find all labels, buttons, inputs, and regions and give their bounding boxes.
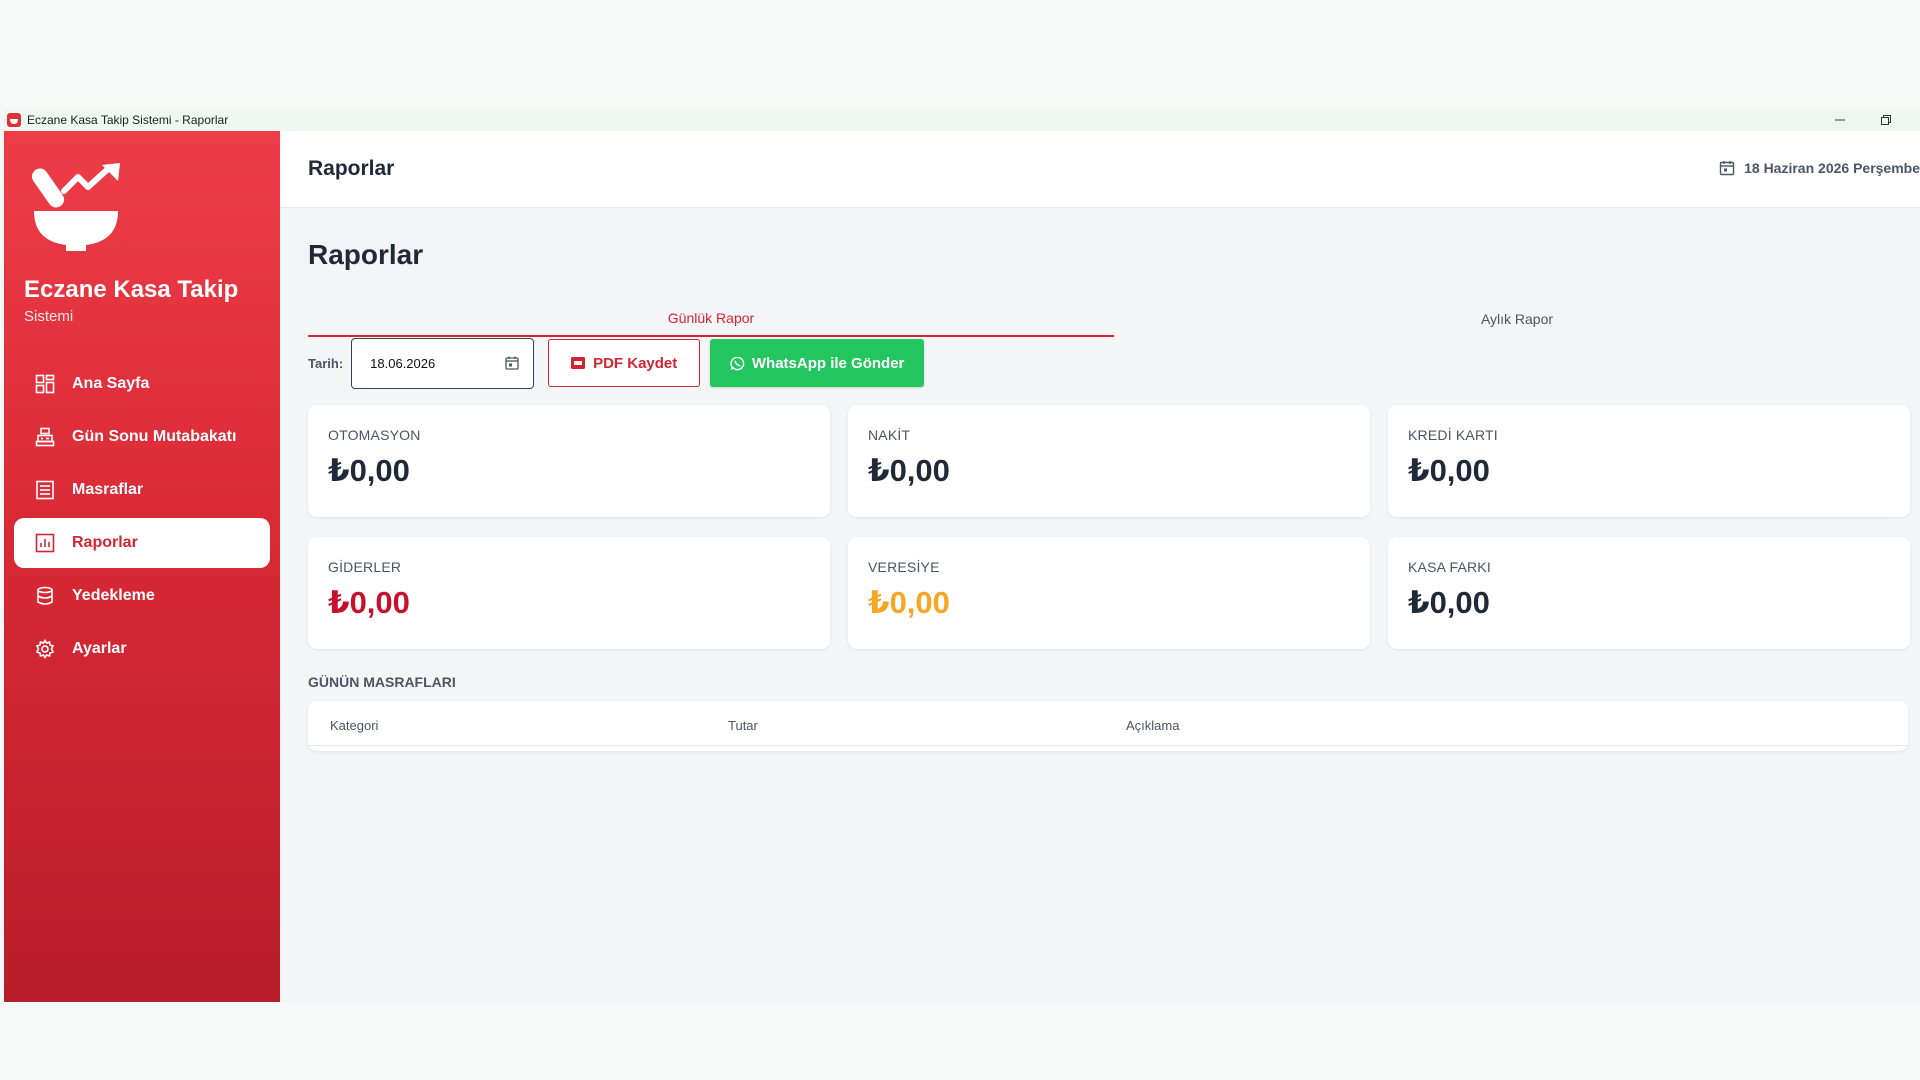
card-kasa-farki: KASA FARKI ₺0,00: [1388, 537, 1910, 649]
tab-aylik-rapor[interactable]: Aylık Rapor: [1114, 301, 1920, 337]
report-tabs: Günlük Rapor Aylık Rapor: [308, 301, 1920, 337]
list-icon: [34, 479, 56, 501]
page-title: Raporlar: [308, 239, 424, 270]
card-nakit: NAKİT ₺0,00: [848, 405, 1370, 517]
sidebar-item-raporlar[interactable]: Raporlar: [14, 518, 270, 568]
sidebar-item-ana-sayfa[interactable]: Ana Sayfa: [14, 359, 270, 409]
dashboard-icon: [34, 373, 56, 395]
restore-icon[interactable]: [1880, 114, 1892, 126]
title-bar: Eczane Kasa Takip Sistemi - Raporlar: [4, 109, 1920, 131]
expenses-table: Kategori Tutar Açıklama: [308, 701, 1908, 751]
calendar-icon: [1719, 161, 1735, 176]
header-title: Raporlar: [308, 157, 395, 180]
cash-register-icon: [34, 426, 56, 448]
date-field[interactable]: 18.06.2026: [351, 337, 535, 389]
pdf-save-button[interactable]: PDF Kaydet: [548, 339, 701, 387]
whatsapp-send-button[interactable]: WhatsApp ile Gönder: [710, 339, 925, 387]
gear-icon: [34, 638, 56, 660]
card-kredi-karti: KREDİ KARTI ₺0,00: [1388, 405, 1910, 517]
date-label: Tarih:: [308, 355, 344, 371]
sidebar-item-ayarlar[interactable]: Ayarlar: [14, 624, 270, 674]
sidebar-item-yedekleme[interactable]: Yedekleme: [14, 571, 270, 621]
column-header-kategori[interactable]: Kategori: [330, 718, 378, 733]
report-filter: Tarih: 18.06.2026 PDF Kaydet WhatsApp il…: [308, 337, 925, 389]
card-value: ₺0,00: [328, 453, 410, 488]
pdf-save-label: PDF Kaydet: [593, 354, 678, 372]
card-value: ₺0,00: [328, 585, 410, 620]
sidebar-item-label: Yedekleme: [72, 587, 155, 604]
card-veresiye: VERESİYE ₺0,00: [848, 537, 1370, 649]
sidebar: Eczane Kasa Takip Sistemi Ana Sayfa Gün …: [4, 131, 280, 1002]
date-field-value: 18.06.2026: [370, 355, 436, 371]
calendar-picker-icon[interactable]: [505, 356, 519, 370]
sidebar-item-label: Ayarlar: [72, 640, 127, 657]
top-bar: Raporlar 18 Haziran 2026 Perşembe: [280, 131, 1920, 208]
date-text: 18 Haziran 2026 Perşembe: [1744, 160, 1920, 176]
table-header: Kategori Tutar Açıklama: [308, 701, 1908, 746]
current-date: 18 Haziran 2026 Perşembe: [1719, 160, 1920, 176]
card-value: ₺0,00: [1408, 585, 1490, 620]
card-label: OTOMASYON: [328, 427, 421, 443]
brand-subtitle: Sistemi: [24, 308, 74, 325]
column-header-aciklama[interactable]: Açıklama: [1126, 718, 1179, 733]
brand-title: Eczane Kasa Takip: [24, 276, 239, 303]
sidebar-item-gun-sonu-mutabakati[interactable]: Gün Sonu Mutabakatı: [14, 412, 270, 462]
pdf-icon: [571, 357, 586, 369]
tab-gunluk-rapor[interactable]: Günlük Rapor: [308, 301, 1114, 337]
card-value: ₺0,00: [868, 453, 950, 488]
card-label: KREDİ KARTI: [1408, 427, 1498, 443]
window-title: Eczane Kasa Takip Sistemi - Raporlar: [27, 113, 229, 127]
sidebar-item-label: Ana Sayfa: [72, 375, 150, 392]
column-header-tutar[interactable]: Tutar: [728, 718, 758, 733]
minimize-icon[interactable]: [1834, 114, 1846, 126]
card-label: GİDERLER: [328, 559, 402, 575]
sidebar-nav: Ana Sayfa Gün Sonu Mutabakatı Masraflar …: [14, 359, 270, 677]
whatsapp-icon: [730, 356, 745, 370]
sidebar-item-label: Masraflar: [72, 481, 144, 498]
sidebar-item-label: Raporlar: [72, 534, 138, 551]
card-value: ₺0,00: [868, 585, 950, 620]
app-window: Eczane Kasa Takip Sistemi - Raporlar Ecz…: [4, 109, 1920, 1002]
database-icon: [34, 585, 56, 607]
card-label: KASA FARKI: [1408, 559, 1491, 575]
card-otomasyon: OTOMASYON ₺0,00: [308, 405, 830, 517]
main-content: Raporlar 18 Haziran 2026 Perşembe Raporl…: [280, 131, 1920, 1002]
mortar-pestle-logo-icon: [26, 161, 126, 253]
card-giderler: GİDERLER ₺0,00: [308, 537, 830, 649]
app-logo-icon: [7, 113, 21, 127]
sidebar-item-label: Gün Sonu Mutabakatı: [72, 428, 237, 445]
expenses-section-title: GÜNÜN MASRAFLARI: [308, 674, 456, 690]
sidebar-item-masraflar[interactable]: Masraflar: [14, 465, 270, 515]
chart-icon: [34, 532, 56, 554]
whatsapp-send-label: WhatsApp ile Gönder: [751, 354, 905, 372]
card-value: ₺0,00: [1408, 453, 1490, 488]
card-label: NAKİT: [868, 427, 911, 443]
card-label: VERESİYE: [868, 559, 940, 575]
